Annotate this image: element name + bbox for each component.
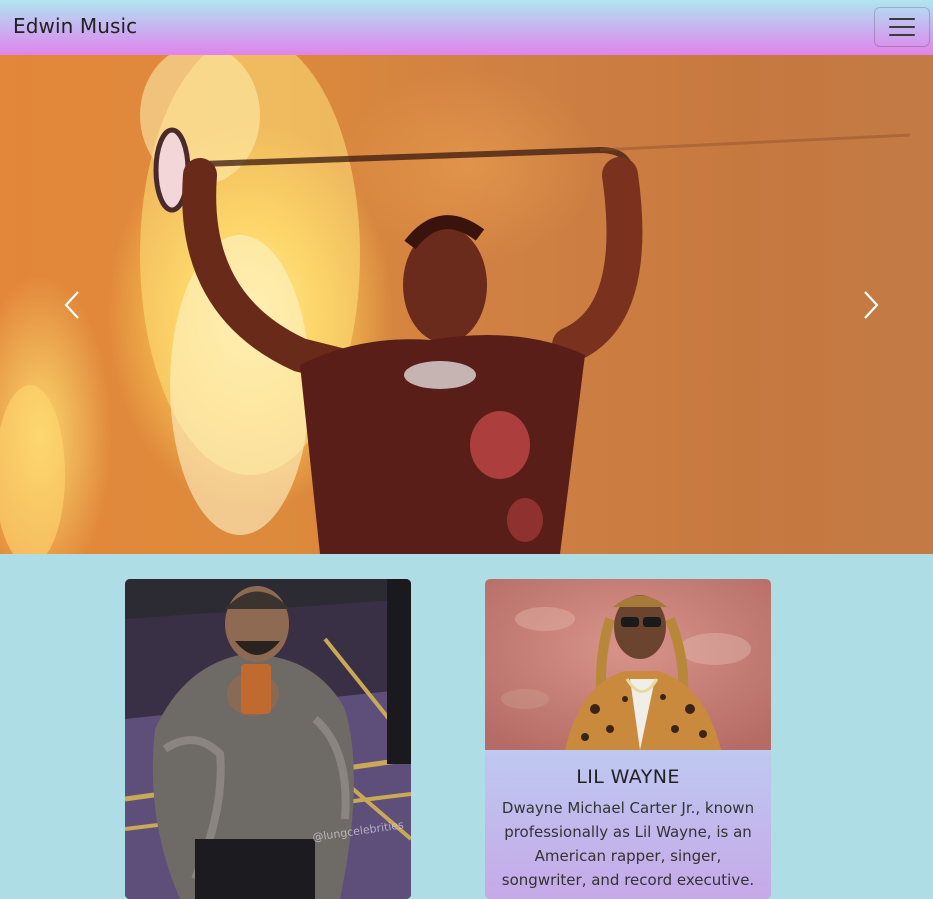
card-title: LIL WAYNE: [576, 766, 680, 788]
artist-card-lil-wayne: LIL WAYNE Dwayne Michael Carter Jr., kno…: [485, 579, 771, 899]
card-body: LIL WAYNE Dwayne Michael Carter Jr., kno…: [485, 750, 771, 892]
hero-carousel: [0, 55, 933, 554]
navbar: Edwin Music: [0, 0, 933, 55]
hamburger-icon: [889, 18, 915, 20]
artist-card-drake: @lungcelebrities: [125, 579, 411, 899]
carousel-next-button[interactable]: [853, 287, 889, 323]
carousel-prev-button[interactable]: [54, 287, 90, 323]
chevron-right-icon: [864, 291, 879, 319]
card-text: Dwayne Michael Carter Jr., known profess…: [501, 799, 755, 889]
brand-link[interactable]: Edwin Music: [13, 14, 137, 38]
carousel-slide-image: [0, 55, 911, 554]
hamburger-icon: [889, 34, 915, 36]
artist-photo: @lungcelebrities: [125, 579, 411, 899]
navbar-toggler-button[interactable]: [874, 7, 930, 47]
hamburger-icon: [889, 26, 915, 28]
chevron-left-icon: [64, 291, 79, 319]
artist-photo: [485, 579, 771, 750]
